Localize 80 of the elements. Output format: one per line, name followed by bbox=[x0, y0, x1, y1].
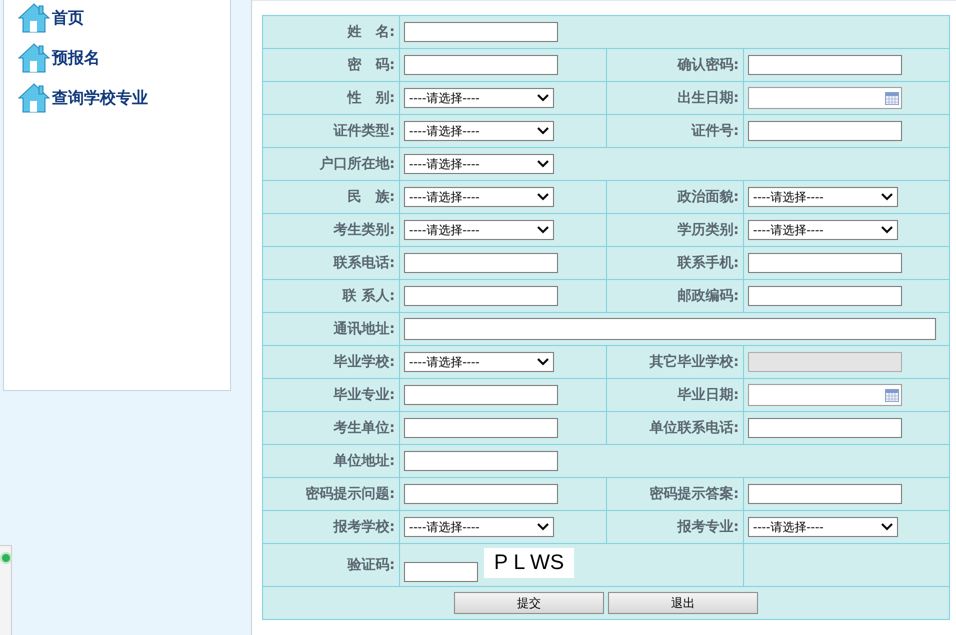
chevron-down-icon[interactable] bbox=[537, 193, 549, 201]
text-field[interactable] bbox=[404, 55, 558, 75]
text-field[interactable] bbox=[404, 484, 558, 504]
nav-link[interactable]: 查询学校专业 bbox=[18, 80, 216, 116]
field-label: 确认密码: bbox=[677, 57, 739, 73]
chevron-down-icon[interactable] bbox=[537, 127, 549, 135]
house-icon bbox=[18, 83, 50, 113]
dropdown[interactable]: ----请选择---- bbox=[404, 154, 554, 174]
field-label: 邮政编码: bbox=[677, 288, 739, 304]
nav-link[interactable]: 首页 bbox=[18, 0, 216, 36]
dropdown[interactable]: ----请选择---- bbox=[404, 121, 554, 141]
field-label: 报考学校: bbox=[333, 519, 395, 535]
text-field[interactable] bbox=[404, 253, 558, 273]
house-icon bbox=[18, 3, 50, 33]
field-label: 其它毕业学校: bbox=[649, 354, 739, 370]
field-label: 证件类型: bbox=[333, 123, 395, 139]
text-field[interactable] bbox=[748, 253, 902, 273]
text-field[interactable] bbox=[748, 418, 902, 438]
dropdown[interactable]: ----请选择---- bbox=[404, 88, 554, 108]
nav-link[interactable]: 预报名 bbox=[18, 40, 216, 76]
field-label: 毕业学校: bbox=[333, 354, 395, 370]
text-field[interactable] bbox=[404, 385, 558, 405]
field-label: 验证码: bbox=[347, 557, 395, 573]
field-label: 出生日期: bbox=[677, 90, 739, 106]
form-button[interactable]: 提交 bbox=[454, 592, 604, 614]
house-icon bbox=[18, 43, 50, 73]
text-field[interactable] bbox=[404, 418, 558, 438]
text-field[interactable] bbox=[404, 318, 936, 340]
field-label: 户口所在地: bbox=[319, 156, 395, 172]
dropdown[interactable]: ----请选择---- bbox=[748, 220, 898, 240]
field-label: 单位地址: bbox=[333, 453, 395, 469]
field-label: 毕业日期: bbox=[677, 387, 739, 403]
chevron-down-icon[interactable] bbox=[881, 193, 893, 201]
status-dot-icon bbox=[0, 552, 12, 564]
text-field[interactable] bbox=[404, 22, 558, 42]
field-label: 通讯地址: bbox=[333, 321, 395, 337]
dropdown[interactable]: ----请选择---- bbox=[404, 517, 554, 537]
dropdown[interactable]: ----请选择---- bbox=[748, 187, 898, 207]
chevron-down-icon[interactable] bbox=[537, 523, 549, 531]
field-label: 单位联系电话: bbox=[649, 420, 739, 436]
form-button[interactable]: 退出 bbox=[608, 592, 758, 614]
text-field[interactable] bbox=[748, 286, 902, 306]
chevron-down-icon[interactable] bbox=[537, 358, 549, 366]
text-field[interactable] bbox=[404, 286, 558, 306]
field-label: 密 码: bbox=[347, 57, 395, 73]
text-field[interactable] bbox=[748, 484, 902, 504]
field-label: 考生类别: bbox=[333, 222, 395, 238]
text-field[interactable] bbox=[748, 55, 902, 75]
dropdown[interactable]: ----请选择---- bbox=[404, 220, 554, 240]
chevron-down-icon[interactable] bbox=[881, 226, 893, 234]
dropdown[interactable]: ----请选择---- bbox=[404, 187, 554, 207]
field-label: 报考专业: bbox=[677, 519, 739, 535]
field-label: 民 族: bbox=[347, 189, 395, 205]
field-label: 密码提示问题: bbox=[305, 486, 395, 502]
chevron-down-icon[interactable] bbox=[537, 160, 549, 168]
chevron-down-icon[interactable] bbox=[537, 226, 549, 234]
side-tab[interactable] bbox=[0, 545, 12, 635]
chevron-down-icon[interactable] bbox=[881, 523, 893, 531]
field-label: 学历类别: bbox=[677, 222, 739, 238]
calendar-icon[interactable] bbox=[885, 92, 899, 104]
field-label: 密码提示答案: bbox=[649, 486, 739, 502]
chevron-down-icon[interactable] bbox=[537, 94, 549, 102]
calendar-icon[interactable] bbox=[885, 388, 899, 402]
dropdown[interactable]: ----请选择---- bbox=[748, 517, 898, 537]
field-label: 联 系人: bbox=[342, 288, 395, 304]
text-field[interactable] bbox=[748, 121, 902, 141]
field-label: 联系手机: bbox=[677, 255, 739, 271]
field-label: 证件号: bbox=[691, 123, 739, 139]
text-field[interactable] bbox=[404, 451, 558, 471]
field-label: 姓 名: bbox=[347, 24, 395, 40]
field-label: 性 别: bbox=[347, 90, 395, 106]
field-label: 政治面貌: bbox=[677, 189, 739, 205]
captcha-image: P L WS bbox=[484, 548, 574, 578]
date-field[interactable] bbox=[748, 384, 902, 406]
field-label: 考生单位: bbox=[333, 420, 395, 436]
field-label: 毕业专业: bbox=[333, 387, 395, 403]
dropdown[interactable]: ----请选择---- bbox=[404, 352, 554, 372]
captcha-field[interactable] bbox=[404, 562, 478, 582]
field-label: 联系电话: bbox=[333, 255, 395, 271]
date-field[interactable] bbox=[748, 87, 902, 109]
